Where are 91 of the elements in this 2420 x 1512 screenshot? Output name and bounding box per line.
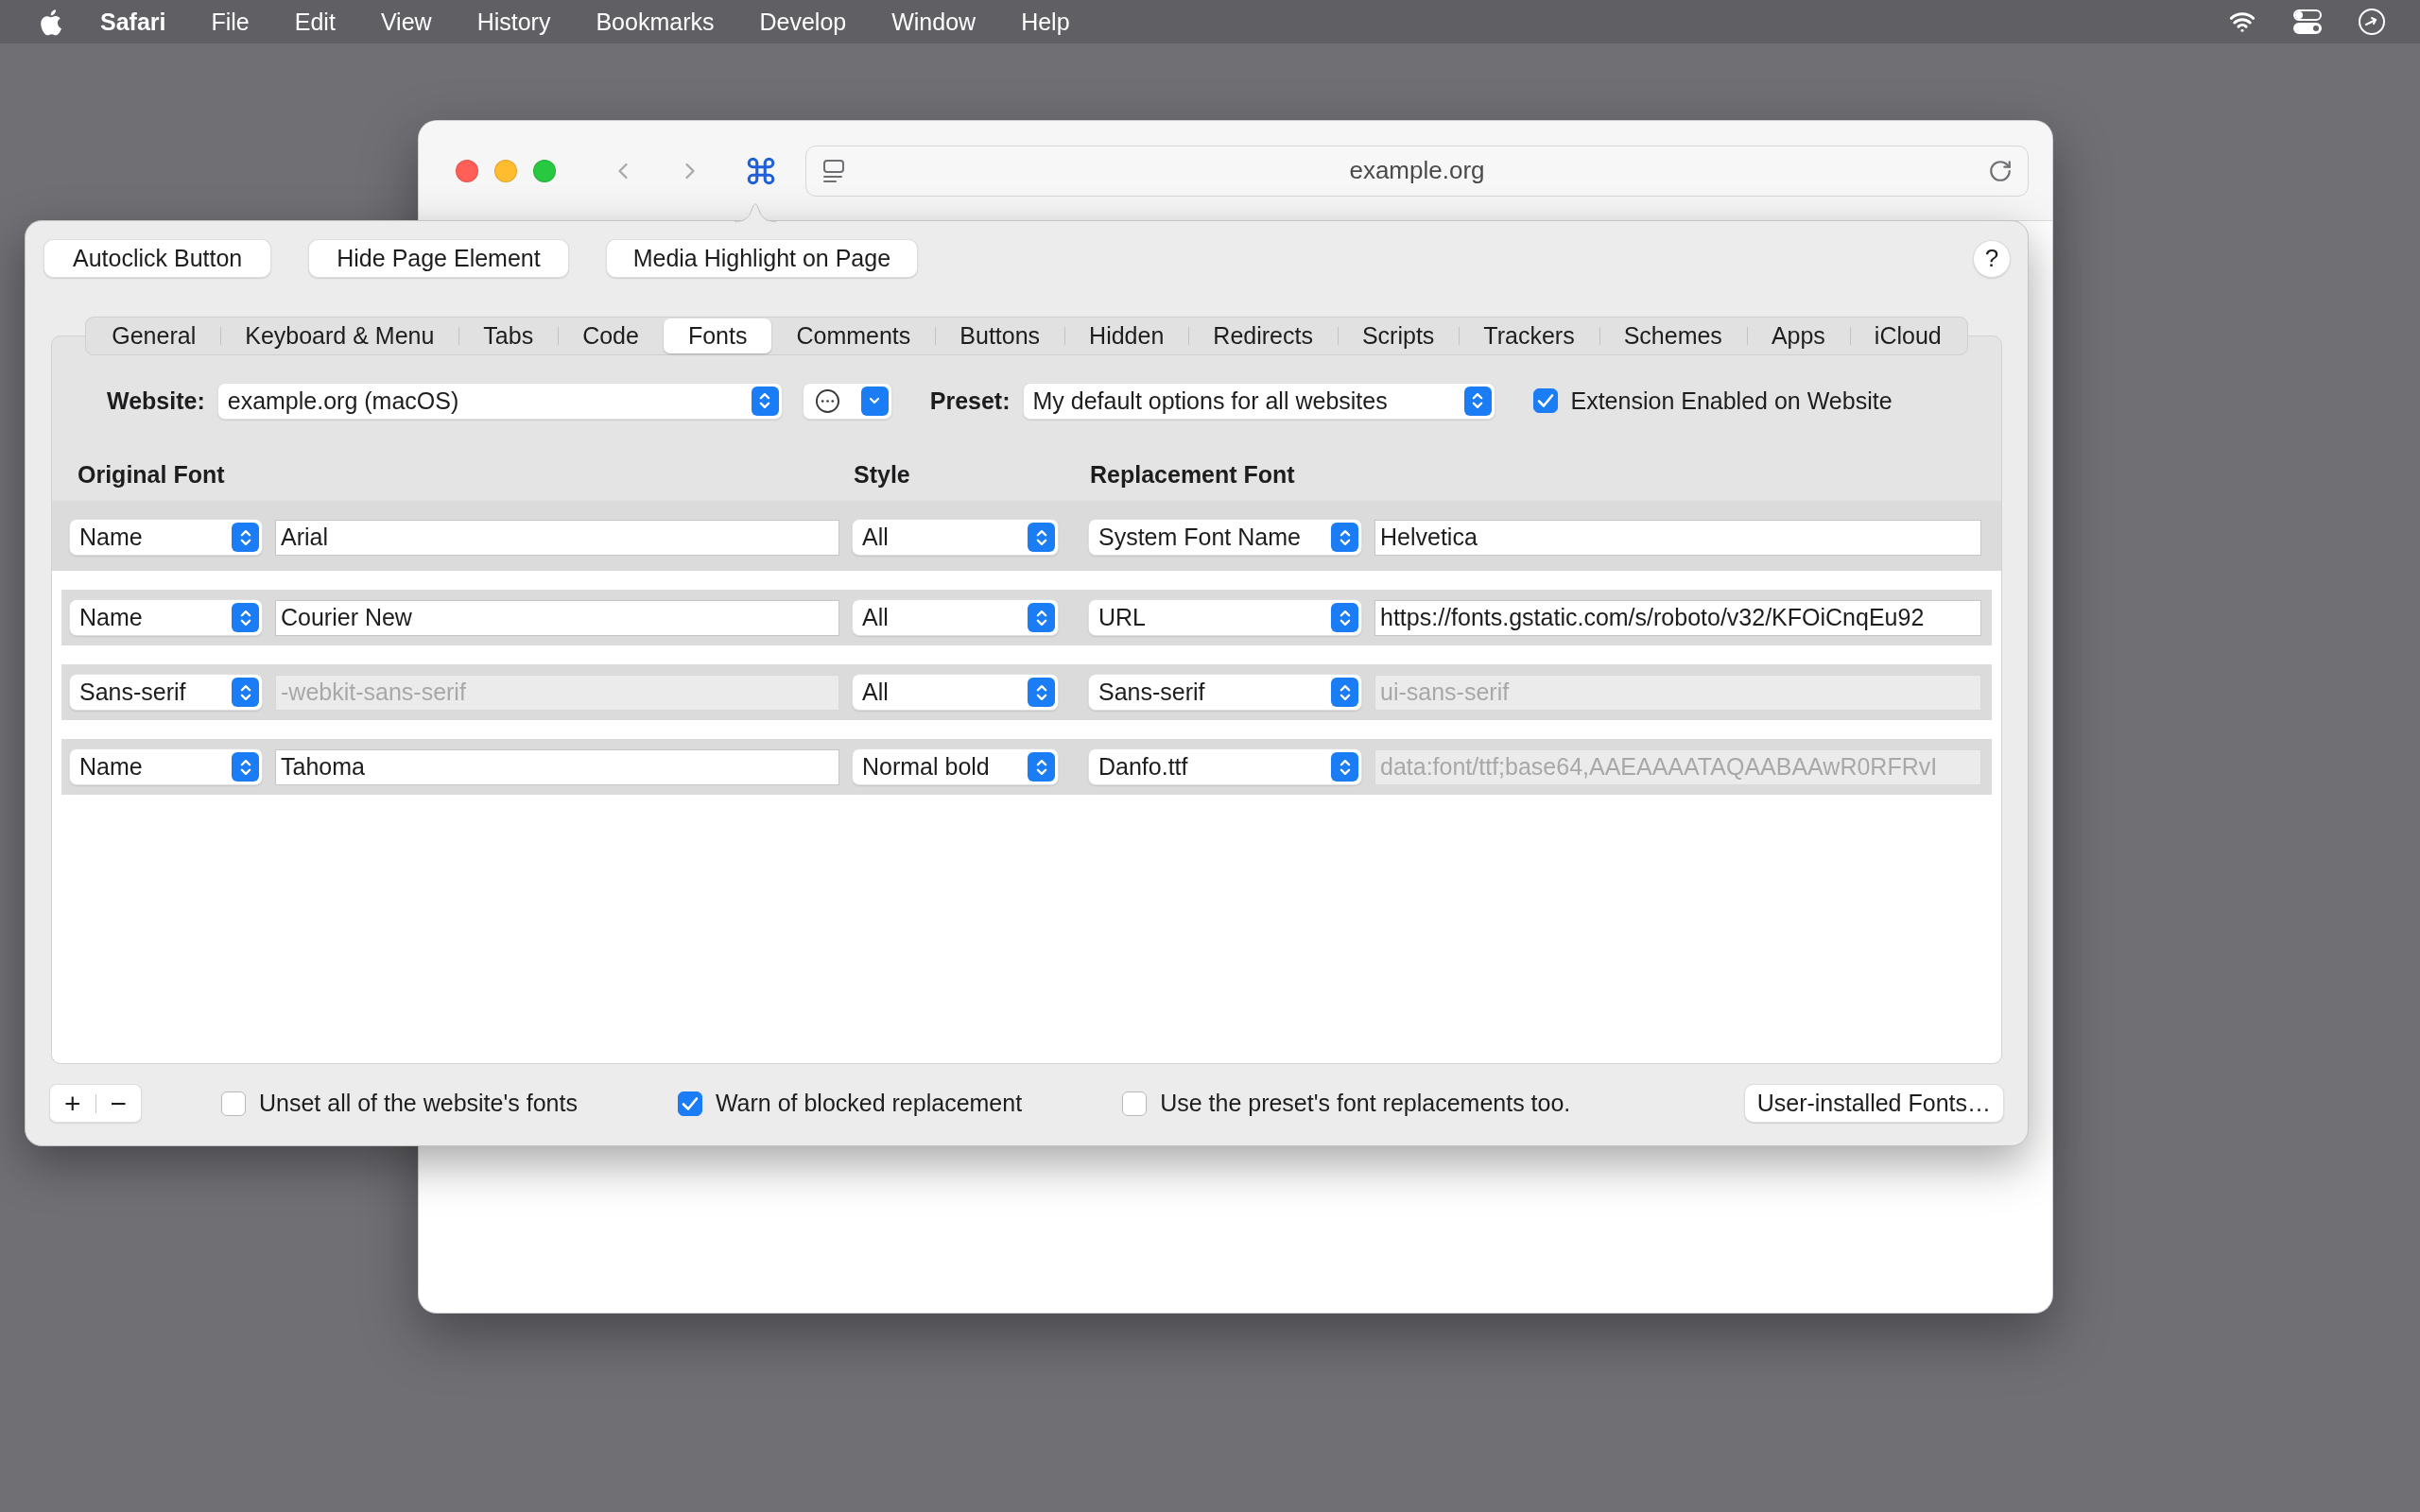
style-select[interactable]: Normal bold: [852, 748, 1059, 785]
up-down-chevron-icon: [751, 386, 779, 416]
menu-item[interactable]: Help: [1021, 8, 1070, 36]
checkbox-label: Use the preset's font replacements too.: [1160, 1090, 1571, 1117]
match-type-select[interactable]: Name: [69, 519, 263, 556]
up-down-chevron-icon: [1028, 603, 1055, 632]
menu-item[interactable]: View: [380, 8, 432, 36]
tab[interactable]: Hidden: [1064, 318, 1189, 353]
column-header: Replacement Font: [1090, 460, 1295, 489]
tab[interactable]: Fonts: [663, 318, 772, 353]
action-button[interactable]: Media Highlight on Page: [605, 239, 919, 278]
match-type-select[interactable]: Name: [69, 748, 263, 785]
arrow-circle-icon[interactable]: [2358, 8, 2386, 36]
table-row[interactable]: Name Arial All System Font Name Helvetica: [52, 501, 2001, 571]
tab[interactable]: Redirects: [1188, 318, 1338, 353]
replacement-font-field[interactable]: https://fonts.gstatic.com/s/roboto/v32/KFOiCnqEu92: [1374, 599, 1981, 636]
menu-item[interactable]: Window: [891, 8, 977, 36]
checkmark-icon: [681, 1095, 699, 1111]
up-down-chevron-icon: [1331, 752, 1358, 782]
apple-icon[interactable]: [38, 7, 62, 37]
tab[interactable]: General: [87, 318, 221, 353]
table-row[interactable]: Name Courier New All URL https://fonts.gstatic.com/s/roboto/v32/KFOiCnqEu92: [61, 590, 1992, 645]
menu-item[interactable]: History: [476, 8, 551, 36]
checkbox[interactable]: [677, 1091, 702, 1116]
style-select[interactable]: All: [852, 519, 1059, 556]
tab[interactable]: Apps: [1746, 318, 1850, 353]
checkbox[interactable]: [221, 1091, 246, 1116]
checkbox-label: Extension Enabled on Website: [1570, 387, 1893, 415]
original-font-field[interactable]: Arial: [275, 519, 839, 556]
up-down-chevron-icon: [1331, 678, 1358, 707]
toggle-switches-icon[interactable]: [2293, 9, 2322, 34]
checkbox[interactable]: [1122, 1091, 1148, 1116]
replacement-type-select[interactable]: URL: [1088, 599, 1362, 636]
up-down-chevron-icon: [232, 678, 259, 707]
column-header: Style: [854, 460, 911, 489]
preset-label: Preset:: [929, 387, 1011, 415]
tab[interactable]: Comments: [771, 318, 936, 353]
checkbox[interactable]: [1532, 388, 1558, 413]
match-type-select[interactable]: Name: [69, 599, 263, 636]
tab[interactable]: Trackers: [1459, 318, 1599, 353]
checkbox-label: Unset all of the website's fonts: [259, 1090, 578, 1117]
menu-item[interactable]: File: [211, 8, 250, 36]
tab[interactable]: Buttons: [935, 318, 1065, 353]
tab[interactable]: Schemes: [1599, 318, 1747, 353]
ellipsis-menu-button[interactable]: [802, 382, 892, 420]
chevron-down-icon: [860, 386, 889, 416]
up-down-chevron-icon: [1331, 523, 1358, 552]
website-select[interactable]: example.org (macOS): [216, 382, 783, 420]
menu-item[interactable]: Bookmarks: [596, 8, 715, 36]
preset-select[interactable]: My default options for all websites: [1022, 382, 1495, 420]
replacement-type-select[interactable]: Sans-serif: [1088, 674, 1362, 711]
up-down-chevron-icon: [232, 752, 259, 782]
up-down-chevron-icon: [232, 523, 259, 552]
remove-button[interactable]: −: [95, 1085, 141, 1122]
tab[interactable]: Keyboard & Menu: [220, 318, 459, 353]
replacement-type-select[interactable]: Danfo.ttf: [1088, 748, 1362, 785]
replacement-type-select[interactable]: System Font Name: [1088, 519, 1362, 556]
address-bar[interactable]: example.org: [805, 145, 2029, 197]
style-select[interactable]: All: [852, 599, 1059, 636]
up-down-chevron-icon: [1331, 603, 1358, 632]
up-down-chevron-icon: [1028, 678, 1055, 707]
menu-item[interactable]: Edit: [294, 8, 336, 36]
tab[interactable]: Scripts: [1337, 318, 1460, 353]
app-menu[interactable]: Safari: [100, 8, 166, 36]
add-button[interactable]: +: [50, 1085, 95, 1122]
close-button[interactable]: [456, 159, 478, 182]
checkbox-label: Warn of blocked replacement: [715, 1090, 1023, 1117]
ellipsis-circle-icon: [814, 387, 840, 414]
original-font-field[interactable]: Courier New: [275, 599, 839, 636]
up-down-chevron-icon: [1028, 752, 1055, 782]
replacement-font-field[interactable]: Helvetica: [1374, 519, 1981, 556]
help-button[interactable]: ?: [1973, 239, 2011, 278]
tab[interactable]: Tabs: [458, 318, 559, 353]
action-button[interactable]: Hide Page Element: [308, 239, 569, 278]
style-select[interactable]: All: [852, 674, 1059, 711]
zoom-button[interactable]: [533, 159, 556, 182]
checkmark-icon: [1536, 393, 1554, 408]
up-down-chevron-icon: [1463, 386, 1492, 416]
tab[interactable]: Code: [558, 318, 664, 353]
user-fonts-button[interactable]: User-installed Fonts…: [1743, 1084, 2004, 1123]
page-icon[interactable]: [821, 158, 846, 183]
website-label: Website:: [107, 387, 205, 415]
menu-item[interactable]: Develop: [759, 8, 847, 36]
up-down-chevron-icon: [232, 603, 259, 632]
tab[interactable]: iCloud: [1849, 318, 1966, 353]
up-down-chevron-icon: [1028, 523, 1055, 552]
action-button[interactable]: Autoclick Button: [43, 239, 272, 278]
column-header: Original Font: [78, 460, 226, 489]
reload-icon[interactable]: [1988, 158, 2013, 183]
original-font-field[interactable]: Tahoma: [275, 748, 839, 785]
match-type-select[interactable]: Sans-serif: [69, 674, 263, 711]
